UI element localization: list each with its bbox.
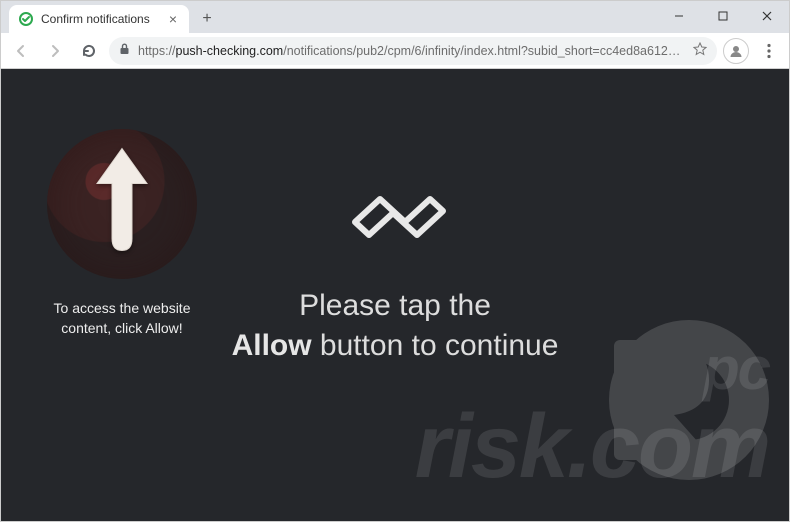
lock-icon bbox=[119, 43, 130, 58]
url-protocol: https:// bbox=[138, 44, 176, 58]
back-button[interactable] bbox=[7, 37, 35, 65]
maximize-button[interactable] bbox=[701, 1, 745, 31]
toolbar: https://push-checking.com/notifications/… bbox=[1, 33, 789, 69]
new-tab-button[interactable]: + bbox=[195, 7, 219, 31]
titlebar: Confirm notifications × + bbox=[1, 1, 789, 33]
address-bar[interactable]: https://push-checking.com/notifications/… bbox=[109, 37, 717, 65]
minimize-button[interactable] bbox=[657, 1, 701, 31]
main-pre: Please tap the bbox=[299, 289, 491, 322]
browser-tab[interactable]: Confirm notifications × bbox=[9, 5, 189, 33]
tab-close-icon[interactable]: × bbox=[167, 11, 179, 27]
url-path: /notifications/pub2/cpm/6/infinity/index… bbox=[283, 44, 685, 58]
main-post: button to continue bbox=[312, 329, 559, 362]
forward-button[interactable] bbox=[41, 37, 69, 65]
arrow-up-icon bbox=[87, 139, 157, 264]
arrow-graphic bbox=[47, 129, 197, 279]
window-controls bbox=[657, 1, 789, 33]
page-content: To access the website content, click All… bbox=[1, 69, 789, 521]
browser-window: Confirm notifications × + bbox=[0, 0, 790, 522]
reload-button[interactable] bbox=[75, 37, 103, 65]
tab-favicon-icon bbox=[19, 12, 33, 26]
close-window-button[interactable] bbox=[745, 1, 789, 31]
bookmark-star-icon[interactable] bbox=[693, 42, 707, 59]
main-strong: Allow bbox=[232, 329, 312, 362]
url-host: push-checking.com bbox=[176, 44, 284, 58]
main-message: Please tap the Allow button to continue bbox=[185, 286, 605, 367]
infinity-icon bbox=[185, 187, 605, 262]
url-text: https://push-checking.com/notifications/… bbox=[138, 44, 685, 58]
center-column: Please tap the Allow button to continue bbox=[185, 187, 605, 367]
watermark-line2: risk.com bbox=[415, 397, 769, 497]
kebab-menu-icon[interactable] bbox=[755, 43, 783, 59]
tab-title: Confirm notifications bbox=[41, 12, 159, 26]
profile-avatar-icon[interactable] bbox=[723, 38, 749, 64]
